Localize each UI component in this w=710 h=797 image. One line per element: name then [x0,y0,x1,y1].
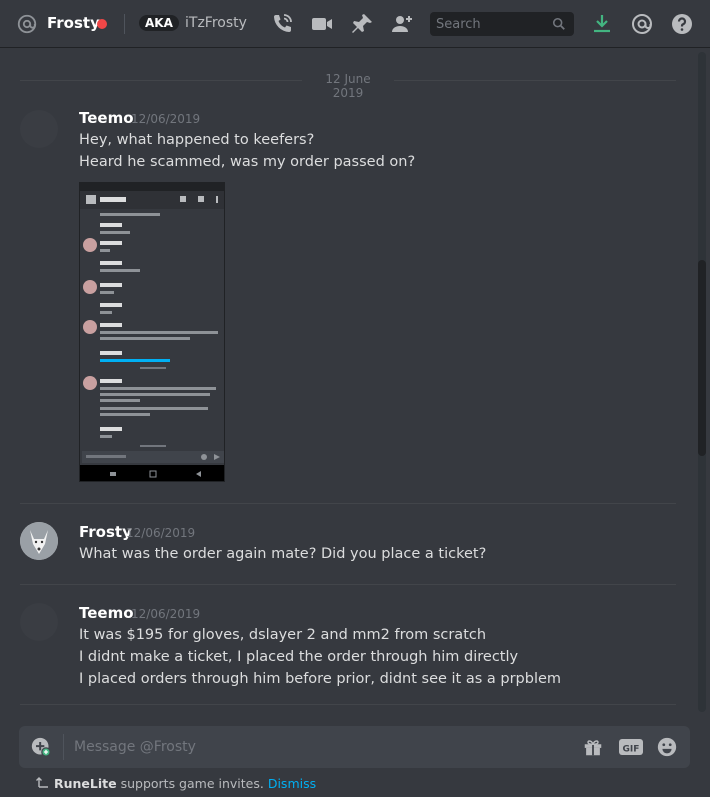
at-icon [17,14,37,34]
mentions-icon[interactable] [630,12,654,36]
message-timestamp: 12/06/2019 [131,607,201,621]
wolf-avatar-image [20,522,58,560]
message-author[interactable]: Teemo [79,109,134,127]
message-input[interactable] [74,735,564,759]
avatar[interactable] [20,110,58,148]
channel-header: Frosty AKA iTzFrosty [0,0,710,48]
message-line: Heard he scammed, was my order passed on… [79,154,416,170]
emoji-icon[interactable] [656,736,678,758]
divider-line-right [394,80,676,81]
message-composer: GIF [19,726,690,768]
gift-icon[interactable] [582,736,604,758]
message-divider [20,704,676,705]
header-divider [124,14,125,34]
add-friend-icon[interactable] [390,12,414,36]
message-author[interactable]: Frosty [79,523,132,541]
attachment-screenshot-image [80,183,224,481]
gif-icon-label: GIF [623,745,640,755]
return-arrow-icon [36,777,48,788]
status-dnd-indicator [97,19,107,29]
divider-line-left [20,80,302,81]
search-input[interactable] [436,12,546,36]
message-line: It was $195 for gloves, dslayer 2 and mm… [79,627,487,643]
message-list[interactable]: 12 June 2019 Teemo 12/06/2019 Hey, what … [0,48,698,716]
help-icon[interactable] [670,12,694,36]
message-timestamp: 12/06/2019 [126,526,196,540]
search-box[interactable] [430,12,574,36]
message-line: I didnt make a ticket, I placed the orde… [79,649,519,665]
scrollbar-track[interactable] [698,52,706,712]
avatar[interactable] [20,522,58,560]
phone-icon[interactable] [270,12,294,36]
message-line: What was the order again mate? Did you p… [79,546,487,562]
dm-name: Frosty [47,14,100,32]
pin-icon[interactable] [350,12,374,36]
date-divider-label: 12 June 2019 [325,72,371,100]
notice-app-name: RuneLite [53,776,117,791]
aka-name: iTzFrosty [185,15,247,31]
gif-icon[interactable]: GIF [618,736,644,758]
date-divider: 12 June 2019 [20,72,676,100]
image-attachment[interactable] [79,182,225,482]
notice-text: supports game invites. [120,776,264,791]
add-attachment-icon[interactable] [31,737,51,757]
composer-divider [63,734,64,760]
message-divider [20,503,676,504]
game-invite-notice: RuneLite supports game invites. Dismiss [36,775,316,791]
message-line: Hey, what happened to keefers? [79,132,315,148]
avatar[interactable] [20,603,58,641]
message-divider [20,584,676,585]
scrollbar-thumb[interactable] [698,260,706,456]
video-icon[interactable] [310,12,334,36]
download-icon[interactable] [590,12,614,36]
message-timestamp: 12/06/2019 [131,112,201,126]
search-icon [552,17,565,30]
aka-badge: AKA [139,15,179,31]
message-line: I placed orders through him before prior… [79,671,562,687]
dismiss-link[interactable]: Dismiss [268,776,316,791]
message-author[interactable]: Teemo [79,604,134,622]
